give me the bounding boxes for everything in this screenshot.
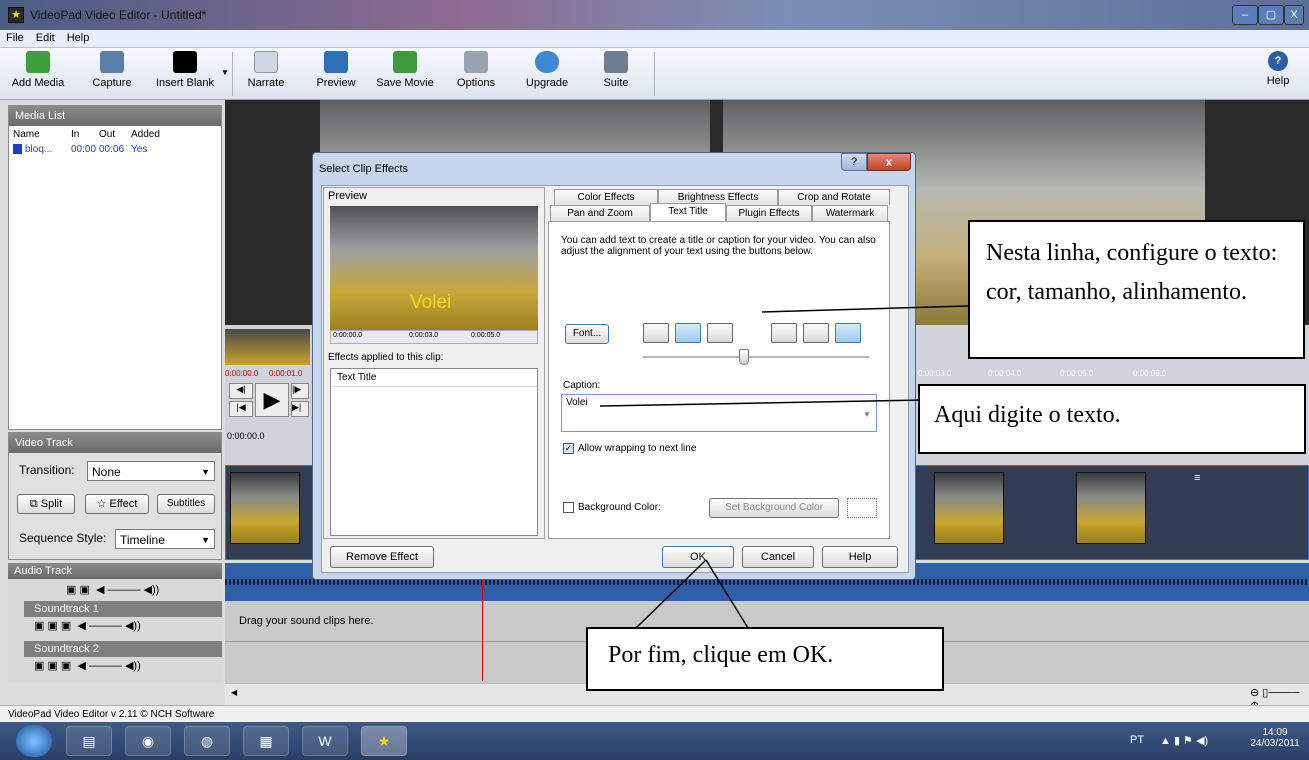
tab-text-title[interactable]: Text Title bbox=[650, 203, 726, 221]
callout-configure-text: Nesta linha, configure o texto: cor, tam… bbox=[968, 220, 1305, 359]
callout-type-text: Aqui digite o texto. bbox=[918, 384, 1306, 454]
callout-pointer-line bbox=[635, 559, 707, 629]
callout-pointer-line bbox=[705, 559, 749, 629]
callout-click-ok: Por fim, clique em OK. bbox=[586, 627, 944, 691]
callout-pointer-line bbox=[599, 399, 927, 407]
callout-pointer-line bbox=[761, 305, 969, 313]
